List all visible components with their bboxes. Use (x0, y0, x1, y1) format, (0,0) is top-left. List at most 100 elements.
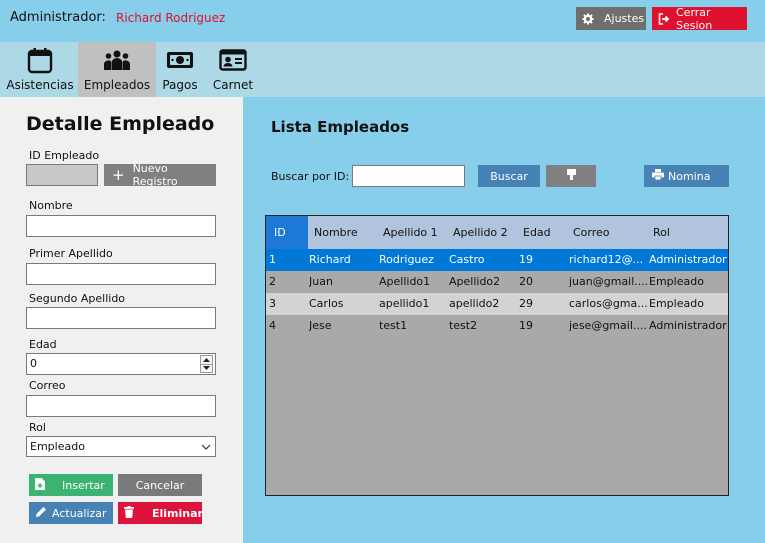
search-label: Buscar por ID: (271, 170, 350, 183)
settings-label: Ajustes (604, 12, 645, 25)
nav-item-empleados[interactable]: Empleados (78, 42, 156, 97)
nav-label: Pagos (162, 78, 198, 92)
column-header-id[interactable]: ID (266, 216, 308, 249)
top-bar: Administrador: Richard Rodriguez Ajustes… (0, 0, 765, 42)
settings-button[interactable]: Ajustes (576, 7, 646, 30)
new-record-label: Nuevo Registro (132, 162, 178, 188)
nav-bar: Asistencias Empleados Pagos Carnet (0, 42, 765, 97)
nav-label: Empleados (83, 78, 151, 92)
cell-apellido1: apellido1 (379, 297, 430, 310)
admin-label: Administrador: (10, 10, 106, 25)
column-header-apellido1[interactable]: Apellido 1 (383, 216, 438, 249)
cell-correo: carlos@gma... (569, 297, 647, 310)
cell-rol: Administrador (649, 319, 727, 332)
file-plus-icon (35, 477, 45, 493)
id-field (26, 164, 98, 186)
new-record-button[interactable]: + Nuevo Registro (104, 162, 216, 188)
employee-table[interactable]: ID Nombre Apellido 1 Apellido 2 Edad Cor… (265, 215, 729, 496)
column-header-edad[interactable]: Edad (523, 216, 551, 249)
cell-apellido2: apellido2 (449, 297, 500, 310)
payroll-button[interactable]: Nomina (644, 165, 729, 187)
cell-apellido1: Apellido1 (379, 275, 431, 288)
table-header: ID Nombre Apellido 1 Apellido 2 Edad Cor… (266, 216, 728, 249)
table-row[interactable]: 2 Juan Apellido1 Apellido2 20 juan@gmail… (266, 271, 728, 293)
id-label: ID Empleado (29, 149, 100, 162)
pencil-icon (35, 506, 47, 521)
list-title: Lista Empleados (271, 118, 410, 136)
spin-up-button[interactable] (200, 355, 213, 364)
insert-button[interactable]: Insertar (29, 474, 113, 496)
delete-button[interactable]: Eliminar (118, 502, 203, 524)
delete-label: Eliminar (152, 506, 203, 520)
search-button[interactable]: Buscar (478, 165, 540, 187)
update-button[interactable]: Actualizar (29, 502, 113, 524)
nav-label: Carnet (212, 78, 254, 92)
cell-rol: Administrador (649, 253, 727, 266)
nav-item-carnet[interactable]: Carnet (210, 42, 256, 97)
calendar-icon (26, 46, 54, 74)
cell-correo: juan@gmail.... (569, 275, 647, 288)
cell-nombre: Jese (309, 319, 332, 332)
apellido1-input[interactable] (26, 263, 216, 285)
cell-edad: 29 (519, 297, 533, 310)
print-report-button[interactable] (546, 165, 596, 187)
apellido1-label: Primer Apellido (29, 247, 113, 260)
nombre-input[interactable] (26, 215, 216, 237)
nombre-label: Nombre (29, 199, 73, 212)
nav-item-pagos[interactable]: Pagos (160, 42, 200, 97)
table-row[interactable]: 1 Richard Rodriguez Castro 19 richard12@… (266, 249, 728, 271)
column-header-correo[interactable]: Correo (573, 216, 610, 249)
cell-apellido2: Castro (449, 253, 485, 266)
logout-label: Cerrar Sesion (676, 5, 713, 32)
nav-label: Asistencias (6, 78, 74, 92)
search-input[interactable] (352, 165, 465, 187)
admin-name: Richard Rodriguez (116, 11, 226, 25)
employee-detail-panel: Detalle Empleado ID Empleado + Nuevo Reg… (0, 97, 243, 543)
cell-nombre: Richard (309, 253, 351, 266)
insert-label: Insertar (62, 478, 105, 492)
cell-apellido1: test1 (379, 319, 408, 332)
search-button-label: Buscar (490, 169, 528, 183)
cell-apellido2: test2 (449, 319, 478, 332)
users-icon (103, 46, 131, 74)
cell-apellido1: Rodriguez (379, 253, 434, 266)
printer-icon (652, 169, 664, 183)
cell-apellido2: Apellido2 (449, 275, 501, 288)
id-card-icon (219, 46, 247, 74)
sign-out-icon (658, 12, 670, 25)
table-row[interactable]: 3 Carlos apellido1 apellido2 29 carlos@g… (266, 293, 728, 315)
column-header-rol[interactable]: Rol (653, 216, 670, 249)
cell-id: 4 (269, 319, 276, 332)
cell-nombre: Juan (309, 275, 333, 288)
apellido2-input[interactable] (26, 307, 216, 329)
edad-stepper[interactable]: 0 (26, 353, 216, 375)
logout-button[interactable]: Cerrar Sesion (652, 5, 747, 32)
cell-id: 1 (269, 253, 276, 266)
nav-item-asistencias[interactable]: Asistencias (6, 42, 74, 97)
column-header-nombre[interactable]: Nombre (314, 216, 358, 249)
cell-id: 2 (269, 275, 276, 288)
cell-rol: Empleado (649, 297, 704, 310)
rol-value: Empleado (30, 440, 85, 453)
chevron-down-icon (201, 442, 211, 452)
detail-title: Detalle Empleado (26, 113, 215, 135)
correo-label: Correo (29, 379, 66, 392)
column-header-apellido2[interactable]: Apellido 2 (453, 216, 508, 249)
edad-value: 0 (30, 357, 37, 370)
correo-input[interactable] (26, 395, 216, 417)
trash-icon (124, 505, 134, 521)
plus-icon: + (112, 165, 125, 184)
report-icon (566, 169, 576, 183)
cell-rol: Empleado (649, 275, 704, 288)
cancel-label: Cancelar (135, 478, 185, 492)
table-row[interactable]: 4 Jese test1 test2 19 jese@gmail.... Adm… (266, 315, 728, 337)
gear-icon (582, 13, 594, 25)
update-label: Actualizar (52, 506, 107, 520)
cancel-button[interactable]: Cancelar (118, 474, 202, 496)
money-icon (166, 46, 194, 74)
spin-buttons (200, 355, 213, 373)
rol-select[interactable]: Empleado (26, 436, 216, 457)
rol-label: Rol (29, 421, 46, 434)
spin-down-button[interactable] (200, 363, 213, 373)
cell-edad: 20 (519, 275, 533, 288)
